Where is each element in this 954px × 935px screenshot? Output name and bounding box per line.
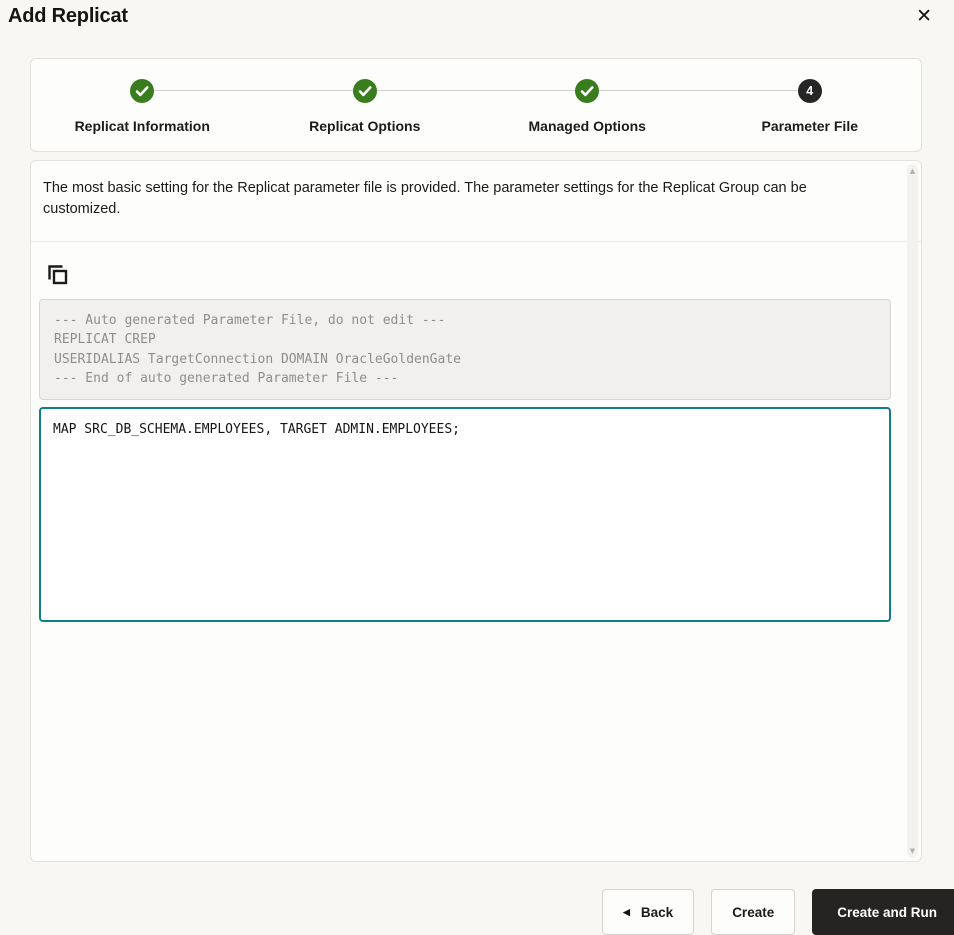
create-button-label: Create <box>732 904 775 920</box>
back-button[interactable]: ◀ Back <box>601 889 695 935</box>
step-replicat-information[interactable]: Replicat Information <box>31 59 254 151</box>
dialog-footer: ◀ Back Create Create and Run <box>0 889 954 935</box>
close-button[interactable]: ✕ <box>910 3 938 30</box>
step-complete-icon <box>575 79 600 103</box>
panel-description: The most basic setting for the Replicat … <box>43 180 807 218</box>
step-label: Managed Options <box>528 118 646 134</box>
scrollbar[interactable]: ▲ ▼ <box>907 164 918 858</box>
divider <box>31 241 921 243</box>
stepper-card: Replicat Information Replicat Options Ma… <box>30 58 922 152</box>
step-label: Replicat Information <box>74 118 210 134</box>
step-managed-options[interactable]: Managed Options <box>476 59 699 151</box>
step-current-badge: 4 <box>797 79 822 103</box>
parameter-file-panel: The most basic setting for the Replicat … <box>30 160 922 862</box>
back-arrow-icon: ◀ <box>622 906 630 917</box>
step-label: Parameter File <box>761 118 859 134</box>
copy-button[interactable] <box>45 262 71 288</box>
dialog-header: Add Replicat ✕ <box>0 0 954 30</box>
copy-icon <box>48 265 68 285</box>
step-complete-icon <box>130 79 155 103</box>
scrollbar-down-icon[interactable]: ▼ <box>907 846 918 856</box>
auto-generated-parameter-text: --- Auto generated Parameter File, do no… <box>39 299 891 400</box>
step-number: 4 <box>806 84 814 98</box>
parameter-editor[interactable]: MAP SRC_DB_SCHEMA.EMPLOYEES, TARGET ADMI… <box>39 406 891 622</box>
step-replicat-options[interactable]: Replicat Options <box>254 59 477 151</box>
back-button-label: Back <box>640 904 674 920</box>
stepper: Replicat Information Replicat Options Ma… <box>31 59 921 151</box>
step-complete-icon <box>352 79 377 103</box>
checkmark-icon <box>358 86 372 97</box>
close-icon: ✕ <box>916 5 932 27</box>
checkmark-icon <box>135 86 149 97</box>
step-label: Replicat Options <box>309 118 421 134</box>
create-button[interactable]: Create <box>711 889 796 935</box>
scrollbar-up-icon[interactable]: ▲ <box>907 166 918 176</box>
step-parameter-file[interactable]: 4 Parameter File <box>699 59 922 151</box>
dialog-title: Add Replicat <box>8 5 128 27</box>
create-and-run-button-label: Create and Run <box>837 904 937 920</box>
create-and-run-button[interactable]: Create and Run <box>812 889 954 935</box>
checkmark-icon <box>580 86 594 97</box>
